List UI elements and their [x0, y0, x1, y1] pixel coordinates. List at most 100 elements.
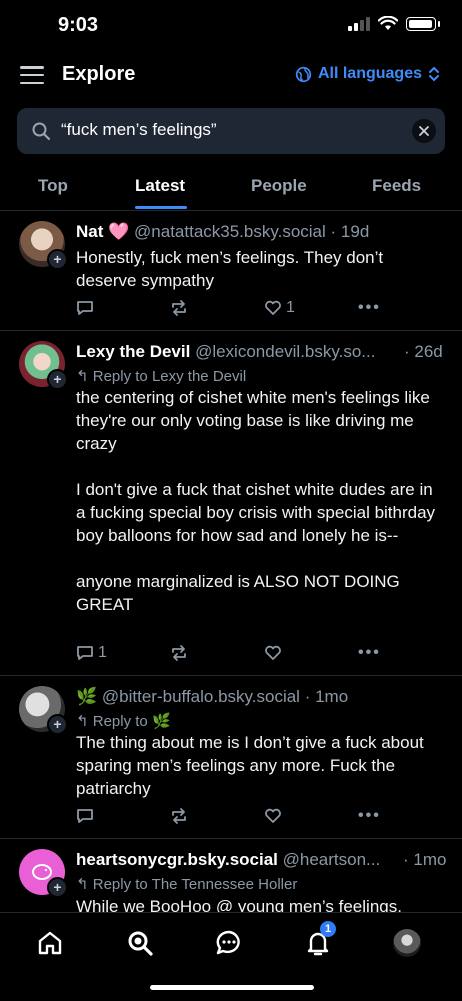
home-indicator	[150, 985, 314, 990]
reply-arrow-icon: ↰	[76, 876, 89, 893]
battery-cap	[438, 20, 440, 27]
tab-latest[interactable]: Latest	[135, 176, 185, 196]
post-text: The thing about me is I don’t give a fuc…	[76, 733, 429, 798]
post-meta: Nat 🩷 @natattack35.bsky.social · 19d	[76, 222, 369, 242]
post-time-wrap: · 1mo	[403, 850, 446, 870]
avatar[interactable]: +	[19, 686, 68, 735]
reply-button[interactable]	[76, 807, 98, 825]
menu-icon[interactable]	[20, 66, 44, 84]
reply-to-label: Reply to The Tennessee Holler	[92, 876, 298, 893]
post-item[interactable]: + Nat 🩷 @natattack35.bsky.social · 19d H…	[0, 211, 462, 331]
post-time: · 1mo	[403, 850, 447, 869]
language-label: All languages	[317, 65, 422, 82]
post-time: · 19d	[330, 222, 370, 241]
reply-button[interactable]	[76, 299, 98, 317]
heart-icon	[265, 300, 281, 315]
post-actions: 1 •••	[76, 299, 386, 319]
follow-plus-icon[interactable]: +	[47, 714, 68, 735]
active-tab-indicator	[135, 206, 187, 209]
author-handle[interactable]: @natattack35.bsky.social	[134, 222, 326, 241]
follow-plus-icon[interactable]: +	[47, 249, 68, 270]
heart-icon	[265, 645, 281, 660]
repost-icon	[172, 645, 186, 661]
post-text: While we BooHoo @ young men’s feelings,	[76, 897, 402, 912]
follow-plus-icon[interactable]: +	[47, 369, 68, 390]
author-handle[interactable]: @lexicondevil.bsky.so...	[195, 342, 375, 361]
post-item[interactable]: + Lexy the Devil @lexicondevil.bsky.so..…	[0, 331, 462, 675]
wifi-icon	[378, 16, 398, 30]
repost-button[interactable]	[170, 644, 188, 662]
more-options-icon[interactable]: •••	[358, 644, 381, 662]
post-text: Honestly, fuck men’s feelings. They don’…	[76, 248, 388, 290]
reply-context[interactable]: ↰ Reply to Lexy the Devil	[76, 367, 246, 385]
more-options-icon[interactable]: •••	[358, 807, 381, 825]
nav-notifications[interactable]: 1	[302, 921, 336, 959]
post-item[interactable]: + heartsonycgr.bsky.social @heartson... …	[0, 839, 462, 912]
tab-people[interactable]: People	[251, 176, 307, 196]
author-handle[interactable]: @heartson...	[283, 850, 381, 869]
tab-feeds[interactable]: Feeds	[372, 176, 421, 196]
status-icons	[348, 16, 440, 31]
post-actions: •••	[76, 807, 386, 827]
reply-button[interactable]: 1	[76, 644, 107, 662]
repost-icon	[172, 808, 186, 824]
reply-context[interactable]: ↰ Reply to 🌿	[76, 712, 171, 730]
post-meta: Lexy the Devil @lexicondevil.bsky.so...	[76, 342, 375, 362]
search-input[interactable]: “fuck men’s feelings”	[61, 120, 217, 140]
globe-icon	[295, 66, 312, 82]
post-meta: heartsonycgr.bsky.social @heartson...	[76, 850, 380, 870]
tab-top[interactable]: Top	[38, 176, 68, 196]
reply-to-label: Reply to Lexy the Devil	[92, 368, 247, 385]
heart-icon	[265, 808, 281, 823]
avatar[interactable]: +	[19, 849, 68, 898]
avatar[interactable]: +	[19, 341, 68, 390]
profile-avatar	[393, 929, 421, 957]
post-item[interactable]: + 🌿 @bitter-buffalo.bsky.social · 1mo ↰ …	[0, 676, 462, 838]
like-count: 1	[286, 299, 295, 316]
search-icon	[32, 122, 51, 141]
like-button[interactable]	[264, 807, 286, 825]
nav-home[interactable]	[34, 927, 66, 959]
post-actions: 1 •••	[76, 644, 386, 664]
reply-arrow-icon: ↰	[76, 368, 89, 385]
language-selector[interactable]: All languages	[295, 65, 440, 83]
comment-icon	[77, 646, 93, 660]
post-text: the centering of cishet white men's feel…	[76, 388, 436, 614]
close-icon	[419, 126, 429, 136]
more-options-icon[interactable]: •••	[358, 299, 381, 317]
author-name[interactable]: Lexy the Devil	[76, 342, 190, 361]
reply-to-label: Reply to 🌿	[92, 713, 171, 730]
home-icon	[38, 931, 62, 955]
author-name[interactable]: heartsonycgr.bsky.social	[76, 850, 278, 869]
author-name[interactable]: 🌿	[76, 687, 97, 706]
chevron-updown-icon	[429, 66, 439, 82]
repost-button[interactable]	[170, 807, 188, 825]
nav-chat[interactable]	[213, 927, 245, 959]
follow-plus-icon[interactable]: +	[47, 877, 68, 898]
author-name[interactable]: Nat 🩷	[76, 222, 129, 241]
like-button[interactable]: 1	[264, 299, 295, 317]
status-time: 9:03	[58, 14, 99, 36]
post-time: · 26d	[404, 342, 443, 361]
post-meta: 🌿 @bitter-buffalo.bsky.social · 1mo	[76, 687, 348, 707]
avatar[interactable]: +	[19, 221, 68, 270]
search-bar[interactable]: “fuck men’s feelings”	[17, 108, 445, 154]
comment-icon	[77, 301, 93, 315]
search-icon	[128, 931, 153, 956]
reply-arrow-icon: ↰	[76, 713, 89, 730]
author-handle[interactable]: @bitter-buffalo.bsky.social	[102, 687, 300, 706]
like-button[interactable]	[264, 644, 286, 662]
notification-badge: 1	[320, 921, 336, 937]
post-time-wrap: · 26d	[404, 342, 443, 362]
reply-context[interactable]: ↰ Reply to The Tennessee Holler	[76, 875, 297, 893]
cellular-signal-icon	[348, 16, 370, 31]
page-title: Explore	[62, 63, 136, 85]
post-time: · 1mo	[304, 687, 349, 706]
nav-search[interactable]	[124, 927, 156, 959]
repost-button[interactable]	[170, 299, 188, 317]
chat-icon	[216, 930, 240, 955]
battery-icon	[406, 16, 436, 31]
clear-search-button[interactable]	[412, 119, 436, 143]
nav-profile[interactable]	[391, 927, 423, 959]
reply-count: 1	[98, 644, 107, 661]
